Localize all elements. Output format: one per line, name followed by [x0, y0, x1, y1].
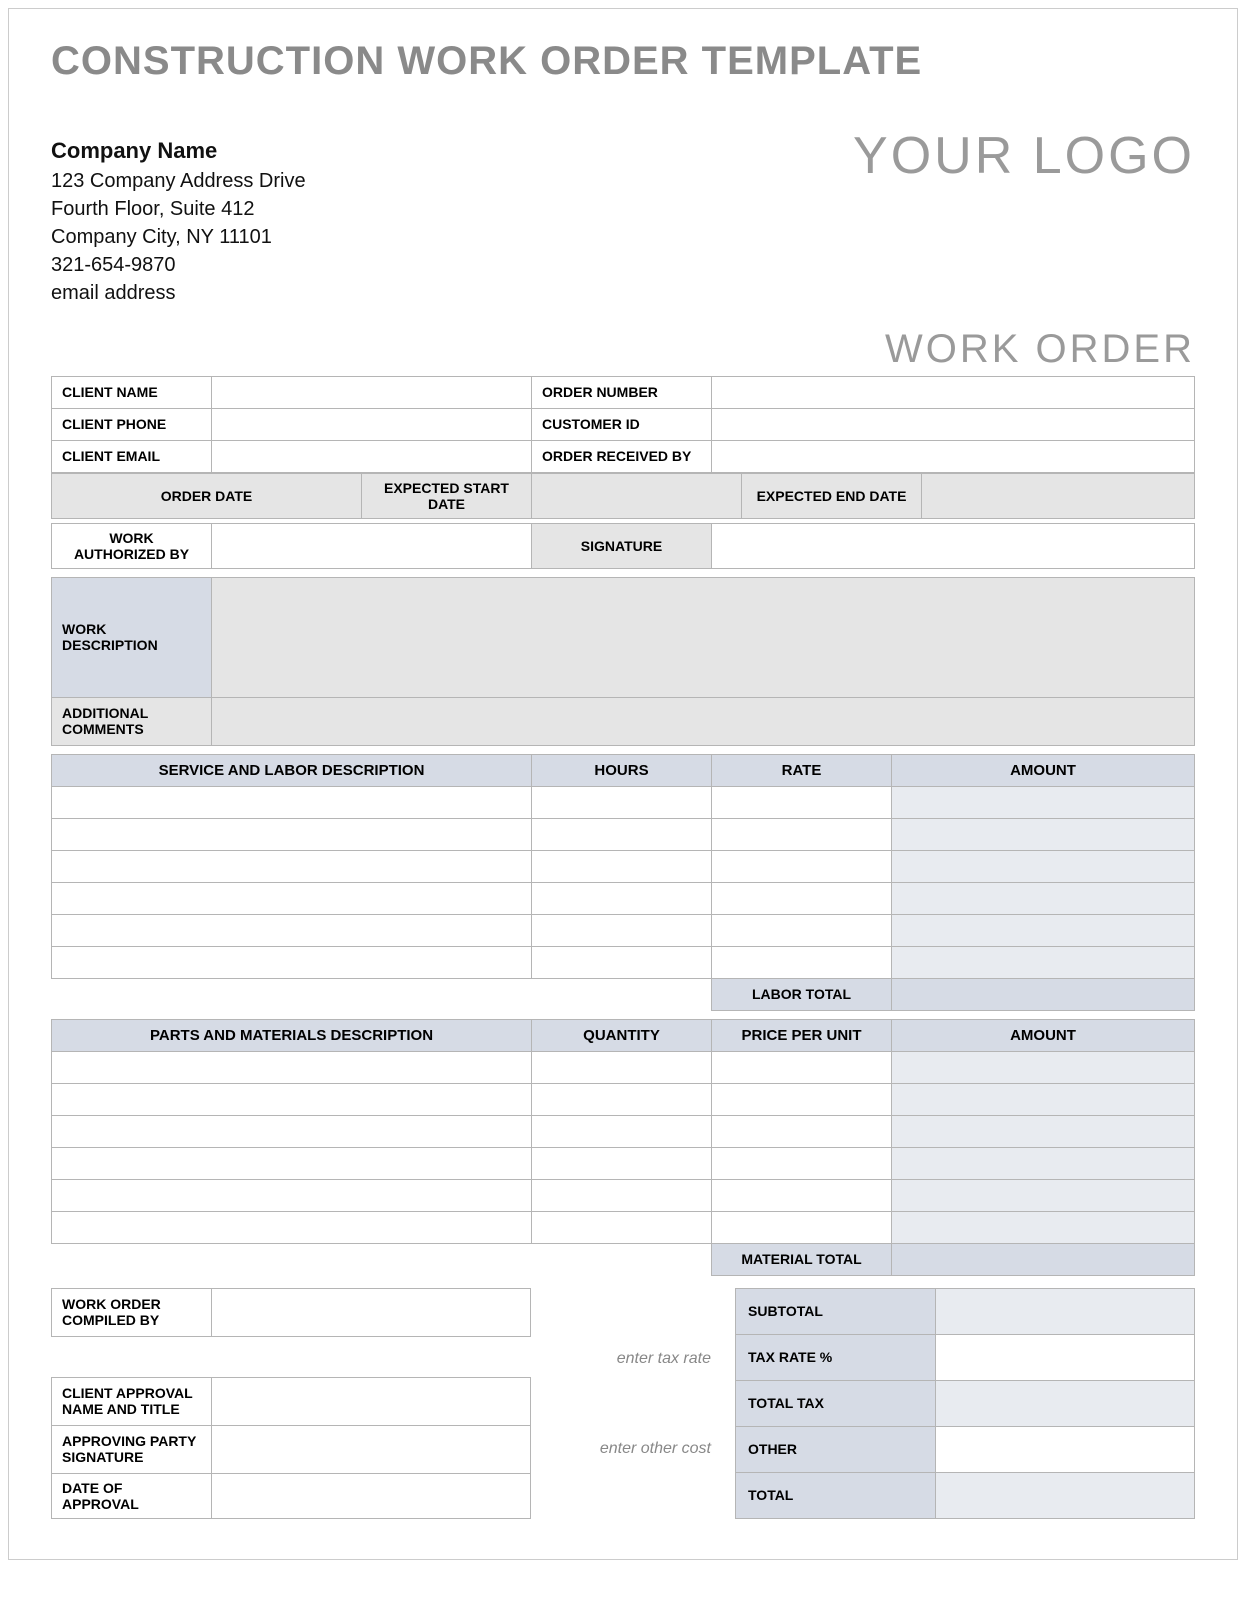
- work-auth-field[interactable]: [212, 523, 532, 568]
- client-approval-field[interactable]: [212, 1377, 531, 1425]
- labor-row: [52, 850, 1195, 882]
- tax-rate-hint: enter tax rate: [543, 1350, 723, 1368]
- client-info-table: CLIENT NAME ORDER NUMBER CLIENT PHONE CU…: [51, 376, 1195, 473]
- total-tax-field[interactable]: [936, 1380, 1195, 1426]
- labor-table: SERVICE AND LABOR DESCRIPTION HOURS RATE…: [51, 754, 1195, 1011]
- labor-rate-header: RATE: [712, 754, 892, 786]
- work-description-label: WORK DESCRIPTION: [52, 577, 212, 697]
- labor-row: [52, 946, 1195, 978]
- logo-placeholder: YOUR LOGO: [853, 126, 1195, 186]
- company-email: email address: [51, 279, 306, 307]
- subtotal-field[interactable]: [936, 1288, 1195, 1334]
- labor-row: [52, 818, 1195, 850]
- approval-table: CLIENT APPROVAL NAME AND TITLE APPROVING…: [51, 1377, 531, 1519]
- customer-id-field[interactable]: [712, 408, 1195, 440]
- materials-row: [52, 1051, 1195, 1083]
- materials-row: [52, 1147, 1195, 1179]
- total-tax-label: TOTAL TAX: [736, 1380, 936, 1426]
- other-label: OTHER: [736, 1426, 936, 1472]
- order-number-label: ORDER NUMBER: [532, 376, 712, 408]
- company-city: Company City, NY 11101: [51, 223, 306, 251]
- client-email-label: CLIENT EMAIL: [52, 440, 212, 472]
- client-phone-label: CLIENT PHONE: [52, 408, 212, 440]
- signature-field[interactable]: [712, 523, 1195, 568]
- labor-row: [52, 786, 1195, 818]
- labor-desc-header: SERVICE AND LABOR DESCRIPTION: [52, 754, 532, 786]
- dates-table: ORDER DATE EXPECTED START DATE EXPECTED …: [51, 473, 1195, 519]
- signature-label: SIGNATURE: [532, 523, 712, 568]
- materials-row: [52, 1083, 1195, 1115]
- labor-row: [52, 914, 1195, 946]
- material-total-label: MATERIAL TOTAL: [712, 1243, 892, 1275]
- order-date-label: ORDER DATE: [52, 473, 362, 518]
- tax-rate-field[interactable]: [936, 1334, 1195, 1380]
- materials-table: PARTS AND MATERIALS DESCRIPTION QUANTITY…: [51, 1019, 1195, 1276]
- work-auth-label: WORK AUTHORIZED BY: [52, 523, 212, 568]
- materials-row: [52, 1211, 1195, 1243]
- additional-comments-field[interactable]: [212, 697, 1195, 745]
- material-total-field[interactable]: [892, 1243, 1195, 1275]
- total-label: TOTAL: [736, 1472, 936, 1518]
- page-title: CONSTRUCTION WORK ORDER TEMPLATE: [51, 39, 1195, 84]
- company-address1: 123 Company Address Drive: [51, 167, 306, 195]
- client-approval-label: CLIENT APPROVAL NAME AND TITLE: [52, 1377, 212, 1425]
- expected-end-field[interactable]: [922, 473, 1195, 518]
- approving-sig-field[interactable]: [212, 1425, 531, 1473]
- client-name-label: CLIENT NAME: [52, 376, 212, 408]
- approval-date-label: DATE OF APPROVAL: [52, 1473, 212, 1518]
- compiled-by-label: WORK ORDER COMPILED BY: [52, 1288, 212, 1336]
- client-email-field[interactable]: [212, 440, 532, 472]
- labor-amount-header: AMOUNT: [892, 754, 1195, 786]
- work-order-template: CONSTRUCTION WORK ORDER TEMPLATE Company…: [8, 8, 1238, 1560]
- materials-qty-header: QUANTITY: [532, 1019, 712, 1051]
- labor-hours-header: HOURS: [532, 754, 712, 786]
- order-received-field[interactable]: [712, 440, 1195, 472]
- materials-desc-header: PARTS AND MATERIALS DESCRIPTION: [52, 1019, 532, 1051]
- description-table: WORK DESCRIPTION ADDITIONAL COMMENTS: [51, 577, 1195, 746]
- authorization-table: WORK AUTHORIZED BY SIGNATURE: [51, 523, 1195, 569]
- expected-start-field[interactable]: [532, 473, 742, 518]
- compiled-by-field[interactable]: [212, 1288, 531, 1336]
- subtotal-label: SUBTOTAL: [736, 1288, 936, 1334]
- total-field[interactable]: [936, 1472, 1195, 1518]
- work-order-label: WORK ORDER: [51, 327, 1195, 372]
- tax-rate-label: TAX RATE %: [736, 1334, 936, 1380]
- order-number-field[interactable]: [712, 376, 1195, 408]
- client-phone-field[interactable]: [212, 408, 532, 440]
- approval-date-field[interactable]: [212, 1473, 531, 1518]
- materials-row: [52, 1115, 1195, 1147]
- materials-price-header: PRICE PER UNIT: [712, 1019, 892, 1051]
- company-phone: 321-654-9870: [51, 251, 306, 279]
- expected-end-label: EXPECTED END DATE: [742, 473, 922, 518]
- client-name-field[interactable]: [212, 376, 532, 408]
- header-row: Company Name 123 Company Address Drive F…: [51, 136, 1195, 307]
- materials-row: [52, 1179, 1195, 1211]
- company-address2: Fourth Floor, Suite 412: [51, 195, 306, 223]
- bottom-section: WORK ORDER COMPILED BY CLIENT APPROVAL N…: [51, 1288, 1195, 1519]
- customer-id-label: CUSTOMER ID: [532, 408, 712, 440]
- approving-sig-label: APPROVING PARTY SIGNATURE: [52, 1425, 212, 1473]
- company-block: Company Name 123 Company Address Drive F…: [51, 136, 306, 307]
- labor-total-label: LABOR TOTAL: [712, 978, 892, 1010]
- other-field[interactable]: [936, 1426, 1195, 1472]
- materials-amount-header: AMOUNT: [892, 1019, 1195, 1051]
- company-name: Company Name: [51, 136, 306, 167]
- labor-total-field[interactable]: [892, 978, 1195, 1010]
- totals-table: SUBTOTAL TAX RATE % TOTAL TAX OTHER TOTA…: [735, 1288, 1195, 1519]
- labor-row: [52, 882, 1195, 914]
- order-received-label: ORDER RECEIVED BY: [532, 440, 712, 472]
- additional-comments-label: ADDITIONAL COMMENTS: [52, 697, 212, 745]
- work-description-field[interactable]: [212, 577, 1195, 697]
- other-cost-hint: enter other cost: [543, 1440, 723, 1458]
- compiled-by-table: WORK ORDER COMPILED BY: [51, 1288, 531, 1337]
- expected-start-label: EXPECTED START DATE: [362, 473, 532, 518]
